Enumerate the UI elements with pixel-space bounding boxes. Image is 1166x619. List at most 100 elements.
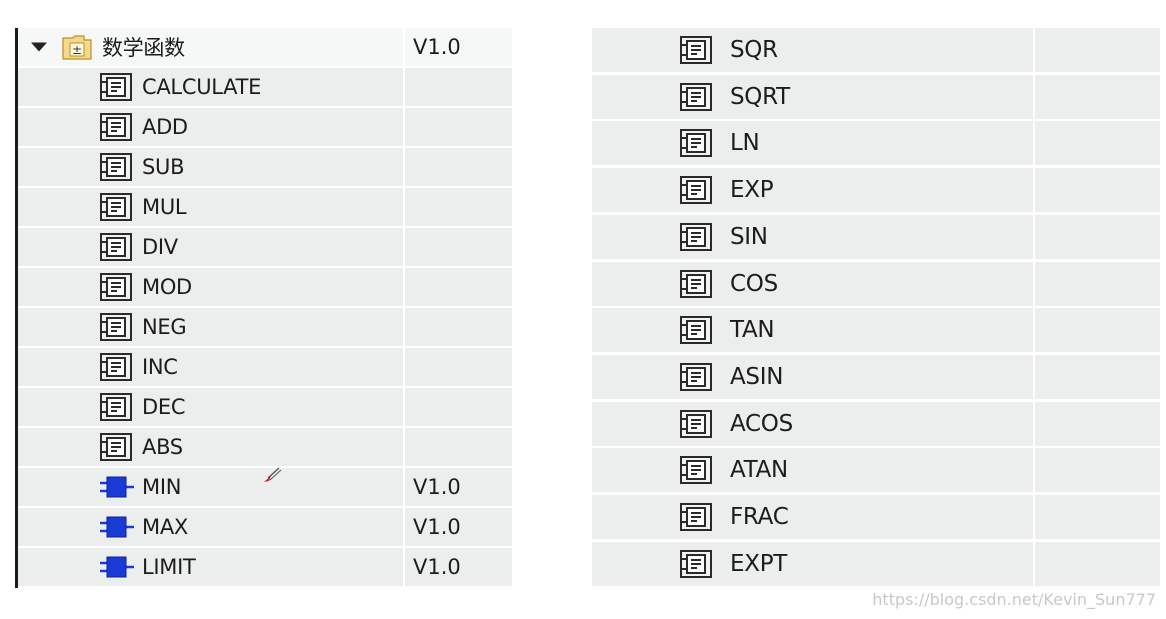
function-block-icon <box>100 476 134 498</box>
item-label: DIV <box>142 235 178 259</box>
item-label: SQRT <box>730 83 790 110</box>
item-label: COS <box>730 270 778 297</box>
item-label: DEC <box>142 395 186 419</box>
version-cell <box>405 428 512 466</box>
version-cell <box>1035 28 1160 72</box>
name-cell: EXPT <box>592 541 1033 586</box>
folder-label: 数学函数 <box>102 36 185 60</box>
instruction-box-icon <box>100 313 132 341</box>
name-cell: TAN <box>592 308 1033 353</box>
list-item[interactable]: EXPT <box>592 541 1160 586</box>
item-label: SUB <box>142 155 185 179</box>
list-item[interactable]: SIN <box>592 214 1160 259</box>
version-cell <box>405 268 512 306</box>
instruction-box-icon <box>680 82 712 111</box>
instruction-box-icon <box>100 393 132 421</box>
instruction-box-icon <box>680 456 712 485</box>
list-item[interactable]: ASIN <box>592 354 1160 399</box>
list-item[interactable]: TAN <box>592 308 1160 353</box>
list-item[interactable]: LIMIT V1.0 <box>18 548 514 586</box>
list-item[interactable]: SQR <box>592 28 1160 72</box>
list-item[interactable]: SQRT <box>592 74 1160 119</box>
name-cell: ATAN <box>592 448 1033 493</box>
folder-row-math-functions[interactable]: ± 数学函数 V1.0 <box>18 28 514 66</box>
instruction-box-icon <box>680 269 712 298</box>
version-label: V1.0 <box>413 475 461 499</box>
list-item[interactable]: ACOS <box>592 401 1160 446</box>
instruction-box-icon <box>100 73 132 101</box>
list-item[interactable]: MOD <box>18 268 514 306</box>
instruction-box-icon <box>680 503 712 531</box>
item-label: MIN <box>142 475 182 499</box>
name-cell: ACOS <box>592 401 1033 446</box>
list-item[interactable]: NEG <box>18 308 514 346</box>
item-label: ASIN <box>730 363 784 390</box>
list-item[interactable]: EXP <box>592 168 1160 213</box>
name-cell: COS <box>592 261 1033 306</box>
item-label: EXP <box>730 177 774 204</box>
version-cell: V1.0 <box>405 28 512 66</box>
version-cell <box>405 228 512 266</box>
name-cell: MAX <box>18 508 403 546</box>
instruction-box-icon <box>680 362 712 391</box>
list-item[interactable]: INC <box>18 348 514 386</box>
version-cell <box>1035 74 1160 119</box>
version-cell <box>1035 168 1160 213</box>
version-label: V1.0 <box>413 515 461 539</box>
list-item[interactable]: COS <box>592 261 1160 306</box>
name-cell: ADD <box>18 108 403 146</box>
name-cell: LIMIT <box>18 548 403 586</box>
list-item[interactable]: SUB <box>18 148 514 186</box>
item-label: MUL <box>142 195 187 219</box>
instruction-box-icon <box>680 549 712 578</box>
version-cell <box>1035 214 1160 259</box>
instruction-box-icon <box>680 316 712 345</box>
math-folder-icon: ± <box>62 35 92 60</box>
list-item[interactable]: MUL <box>18 188 514 226</box>
version-label: V1.0 <box>413 555 461 579</box>
math-functions-tree: ± 数学函数 V1.0 CALCULATE ADD SUB MUL DIV MOD NEG I… <box>15 28 514 588</box>
name-cell: ± 数学函数 <box>18 28 403 66</box>
name-cell: SUB <box>18 148 403 186</box>
instruction-box-icon <box>100 153 132 181</box>
instruction-box-icon <box>100 273 132 301</box>
version-cell <box>405 308 512 346</box>
function-block-icon <box>100 516 134 538</box>
instruction-box-icon <box>100 113 132 141</box>
instruction-box-icon <box>100 233 132 261</box>
name-cell: SQRT <box>592 74 1033 119</box>
item-label: NEG <box>142 315 187 339</box>
item-label: ABS <box>142 435 183 459</box>
instruction-box-icon <box>680 409 712 438</box>
function-block-icon <box>100 556 134 578</box>
list-item[interactable]: CALCULATE <box>18 68 514 106</box>
collapse-arrow-icon[interactable] <box>31 42 47 52</box>
instruction-box-icon <box>680 129 712 158</box>
list-item[interactable]: DIV <box>18 228 514 266</box>
item-label: SQR <box>730 37 778 63</box>
list-item[interactable]: LN <box>592 121 1160 166</box>
list-item[interactable]: ATAN <box>592 448 1160 493</box>
name-cell: SIN <box>592 214 1033 259</box>
item-label: LN <box>730 130 760 157</box>
item-label: TAN <box>730 317 775 344</box>
item-label: ACOS <box>730 410 793 437</box>
item-label: FRAC <box>730 504 789 530</box>
list-item[interactable]: ABS <box>18 428 514 466</box>
instruction-box-icon <box>680 176 712 205</box>
name-cell: EXP <box>592 168 1033 213</box>
instruction-box-icon <box>680 36 712 64</box>
item-label: ATAN <box>730 457 788 484</box>
instruction-box-icon <box>100 433 132 461</box>
item-label: MAX <box>142 515 188 539</box>
list-item[interactable]: ADD <box>18 108 514 146</box>
list-item[interactable]: DEC <box>18 388 514 426</box>
list-item[interactable]: MAX V1.0 <box>18 508 514 546</box>
name-cell: LN <box>592 121 1033 166</box>
name-cell: ABS <box>18 428 403 466</box>
math-functions-list-continued: SQR SQRT LN EXP SIN COS TAN ASIN ACOS ATAN FRAC EXP… <box>592 28 1160 588</box>
version-label: V1.0 <box>413 35 461 59</box>
item-label: SIN <box>730 223 768 250</box>
version-cell <box>405 68 512 106</box>
list-item[interactable]: FRAC <box>592 495 1160 539</box>
